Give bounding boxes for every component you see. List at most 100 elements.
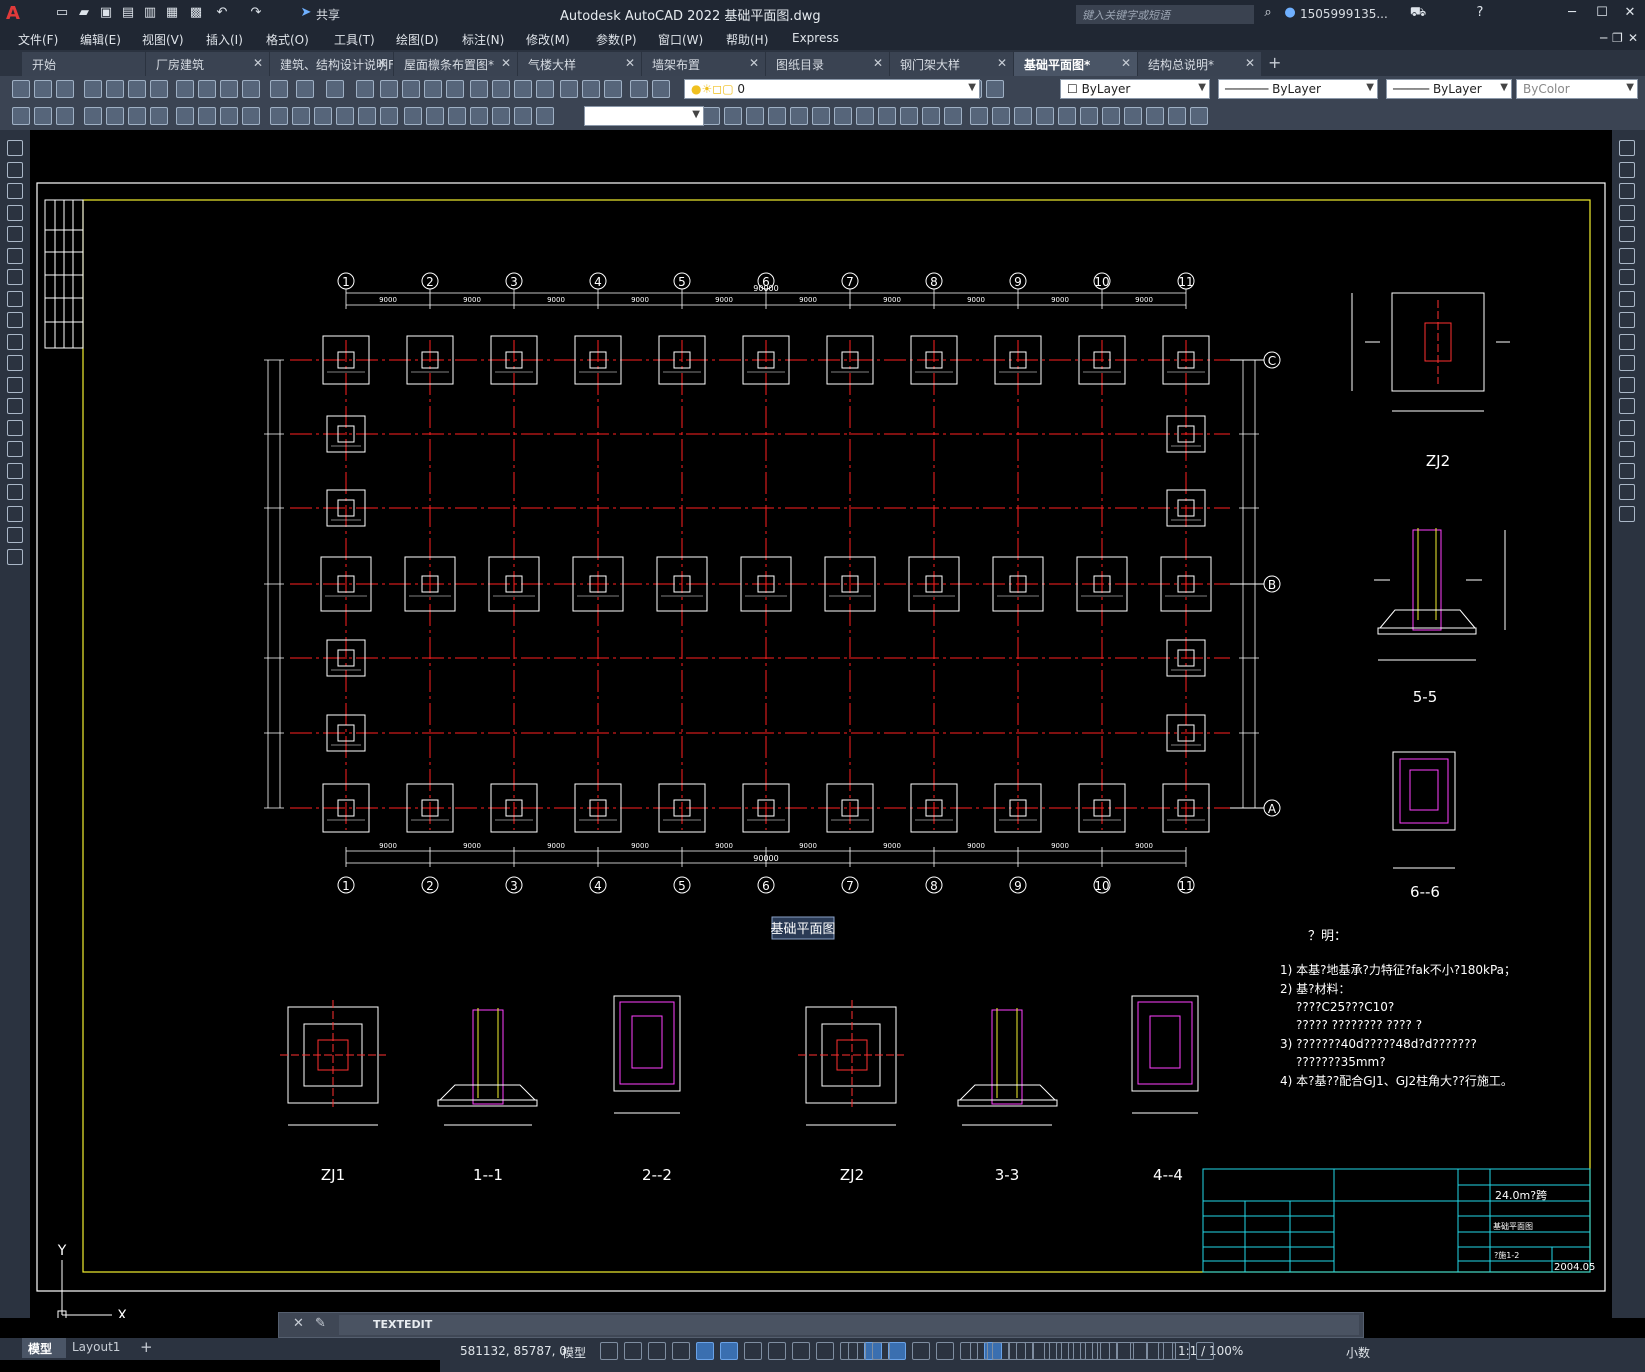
color-dropdown[interactable]: ☐ ByLayer ▼ [1060,79,1210,99]
cart-icon[interactable]: ⛟ [1408,4,1428,22]
toolbar-tool-icon[interactable] [176,107,194,125]
toolbar-tool-icon[interactable] [380,107,398,125]
status-toggle-icon[interactable] [648,1342,666,1360]
toolbar-tool-icon[interactable] [356,80,374,98]
layer-dropdown[interactable]: ●☀◻▢ 0 ▼ [684,79,980,99]
toolbar-tool-icon[interactable] [34,107,52,125]
doc-close-icon[interactable]: ✕ [1628,31,1638,45]
menu-window[interactable]: 窗口(W) [658,31,703,48]
toolbar-tool-icon[interactable] [900,107,918,125]
draw-tool-icon[interactable] [7,484,23,500]
command-close-icon[interactable]: ✕ [293,1316,304,1331]
menu-insert[interactable]: 插入(I) [206,31,243,48]
modify-tool-icon[interactable] [1619,333,1635,350]
tab-file[interactable]: 气楼大样 ✕ [518,52,642,76]
toolbar-tool-icon[interactable] [1146,107,1164,125]
search-input[interactable]: 键入关键字或短语 [1076,5,1254,24]
toolbar-tool-icon[interactable] [326,80,344,98]
toolbar-tool-icon[interactable] [536,107,554,125]
toolbar-tool-icon[interactable] [292,107,310,125]
toolbar-tool-icon[interactable] [944,107,962,125]
status-toggle-icon[interactable] [744,1342,762,1360]
toolbar-tool-icon[interactable] [220,80,238,98]
plotstyle-dropdown[interactable]: ByColor ▼ [1516,79,1638,99]
status-toggle-icon[interactable] [888,1342,906,1360]
modify-tool-icon[interactable] [1619,290,1635,307]
menu-format[interactable]: 格式(O) [266,31,309,48]
toolbar-tool-icon[interactable] [582,80,600,98]
toolbar-tool-icon[interactable] [560,80,578,98]
save-icon[interactable]: ▣ [96,4,116,22]
add-layout-icon[interactable]: + [140,1338,153,1356]
toolbar-tool-icon[interactable] [922,107,940,125]
menu-edit[interactable]: 编辑(E) [80,31,121,48]
modify-tool-icon[interactable] [1619,355,1635,371]
menu-tools[interactable]: 工具(T) [334,31,375,48]
toolbar-tool-icon[interactable] [470,107,488,125]
draw-tool-icon[interactable] [7,462,23,479]
toolbar-tool-icon[interactable] [176,80,194,98]
draw-tool-icon[interactable] [7,441,23,457]
user-icon[interactable]: ● [1280,4,1300,22]
share-icon[interactable]: ➤ [296,4,316,22]
dimstyle-dropdown[interactable]: ▼ [584,106,704,126]
modify-tool-icon[interactable] [1619,204,1635,221]
toolbar-tool-icon[interactable] [856,107,874,125]
toolbar-tool-icon[interactable] [336,107,354,125]
tab-file[interactable]: 墙架布置 ✕ [642,52,766,76]
tab-file[interactable]: 屋面檩条布置图* ✕ [394,52,518,76]
toolbar-tool-icon[interactable] [1168,107,1186,125]
menu-dimension[interactable]: 标注(N) [462,31,504,48]
tab-file[interactable]: 结构总说明* ✕ [1138,52,1262,76]
draw-tool-icon[interactable] [7,204,23,221]
status-tool-icon[interactable] [1068,1342,1086,1360]
doc-restore-icon[interactable]: ❐ [1612,31,1623,45]
toolbar-tool-icon[interactable] [106,80,124,98]
status-tool-icon[interactable] [970,1342,988,1360]
toolbar-tool-icon[interactable] [426,107,444,125]
toolbar-tool-icon[interactable] [12,107,30,125]
draw-tool-icon[interactable] [7,269,23,285]
toolbar-tool-icon[interactable] [1080,107,1098,125]
toolbar-tool-icon[interactable] [630,80,648,98]
toolbar-tool-icon[interactable] [198,107,216,125]
toolbar-tool-icon[interactable] [992,107,1010,125]
toolbar-tool-icon[interactable] [404,107,422,125]
toolbar-tool-icon[interactable] [746,107,764,125]
menu-express[interactable]: Express [792,31,839,45]
save-as-icon[interactable]: ▤ [118,4,138,22]
redo-icon[interactable]: ↷ [246,4,266,22]
toolbar-tool-icon[interactable] [470,80,488,98]
user-name[interactable]: 1505999135... [1300,7,1388,21]
toolbar-tool-icon[interactable] [702,107,720,125]
lineweight-dropdown[interactable]: ───── ByLayer ▼ [1386,79,1512,99]
toolbar-tool-icon[interactable] [198,80,216,98]
draw-tool-icon[interactable] [7,140,23,156]
status-tool-icon[interactable] [1146,1342,1164,1360]
tab-close-icon[interactable]: ✕ [253,56,263,70]
help-icon[interactable]: ? [1470,4,1490,22]
status-tool-icon[interactable] [1092,1342,1110,1360]
layout-tab-model[interactable]: 模型 [22,1338,66,1358]
tab-file[interactable]: 建筑、结构设计说明FS ✕ [270,52,394,76]
coordinates[interactable]: 581132, 85787, 0 [460,1344,567,1358]
status-toggle-icon[interactable] [792,1342,810,1360]
toolbar-tool-icon[interactable] [970,107,988,125]
maximize-icon[interactable]: ☐ [1592,4,1612,22]
modify-tool-icon[interactable] [1619,247,1635,264]
toolbar-tool-icon[interactable] [358,107,376,125]
toolbar-tool-icon[interactable] [380,80,398,98]
toolbar-tool-icon[interactable] [1102,107,1120,125]
toolbar-tool-icon[interactable] [150,107,168,125]
draw-tool-icon[interactable] [7,376,23,393]
status-toggle-icon[interactable] [936,1342,954,1360]
toolbar-tool-icon[interactable] [84,80,102,98]
modify-tool-icon[interactable] [1619,183,1635,199]
units-display[interactable]: 小数 [1346,1344,1370,1361]
toolbar-tool-icon[interactable] [446,80,464,98]
minimize-icon[interactable]: ─ [1562,4,1582,22]
draw-tool-icon[interactable] [7,505,23,522]
doc-minimize-icon[interactable]: ─ [1600,31,1607,45]
toolbar-tool-icon[interactable] [84,107,102,125]
tab-close-icon[interactable]: ✕ [1121,56,1131,70]
